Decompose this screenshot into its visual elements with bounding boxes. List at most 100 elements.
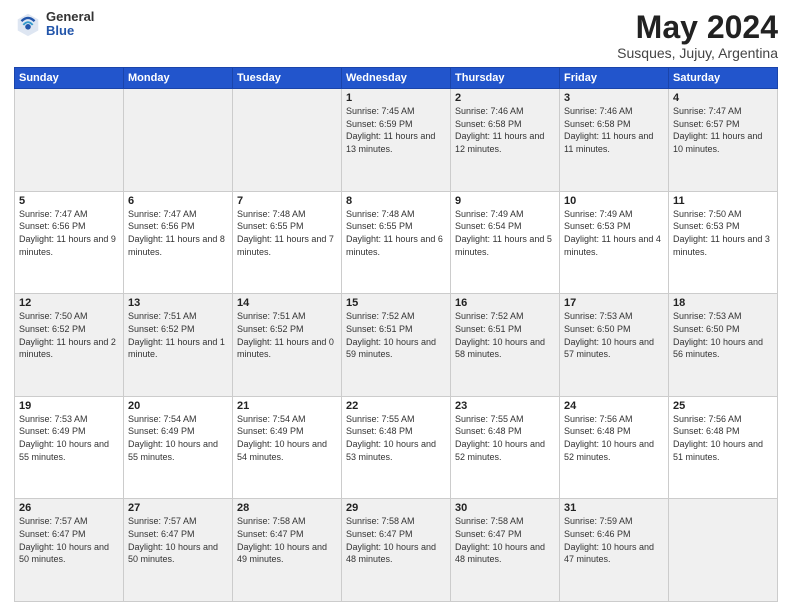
sunset-text: Sunset: 6:56 PM xyxy=(19,221,86,231)
header: General Blue May 2024 Susques, Jujuy, Ar… xyxy=(14,10,778,61)
logo-text: General Blue xyxy=(46,10,94,39)
calendar-cell xyxy=(15,89,124,192)
day-info: Sunrise: 7:53 AM Sunset: 6:49 PM Daylight:… xyxy=(19,413,119,463)
day-number: 12 xyxy=(19,297,119,309)
calendar-header-monday: Monday xyxy=(124,68,233,89)
calendar-cell: 23Sunrise: 7:55 AMSunset: 6:48 PMDayligh… xyxy=(451,396,560,499)
daylight-text: Daylight: 10 hours and 59 minutes. xyxy=(346,337,436,360)
sunrise-text: Sunrise: 7:58 AM xyxy=(455,516,524,526)
calendar-header-sunday: Sunday xyxy=(15,68,124,89)
calendar-cell: 24Sunrise: 7:56 AMSunset: 6:48 PMDayligh… xyxy=(560,396,669,499)
day-info: Sunrise: 7:47 AMSunset: 6:57 PMDaylight:… xyxy=(673,105,773,155)
sunrise-text: Sunrise: 7:47 AM xyxy=(673,106,742,116)
sunset-text: Sunset: 6:48 PM xyxy=(346,426,413,436)
daylight-text: Daylight: 11 hours and 4 minutes. xyxy=(564,234,661,257)
daylight-text: Daylight: 11 hours and 8 minutes. xyxy=(128,234,225,257)
calendar-cell xyxy=(124,89,233,192)
day-number: 13 xyxy=(128,297,228,309)
day-info: Sunrise: 7:52 AMSunset: 6:51 PMDaylight:… xyxy=(346,310,446,360)
day-info: Sunrise: 7:49 AMSunset: 6:54 PMDaylight:… xyxy=(455,208,555,258)
logo-blue-text: Blue xyxy=(46,24,94,38)
day-info: Sunrise: 7:46 AMSunset: 6:58 PMDaylight:… xyxy=(564,105,664,155)
calendar-week-row: 5Sunrise: 7:47 AMSunset: 6:56 PMDaylight… xyxy=(15,191,778,294)
sunrise-text: Sunrise: 7:58 AM xyxy=(346,516,415,526)
calendar-cell: 12Sunrise: 7:50 AMSunset: 6:52 PMDayligh… xyxy=(15,294,124,397)
logo: General Blue xyxy=(14,10,94,39)
sunrise-text: Sunrise: 7:51 AM xyxy=(237,311,306,321)
sunset-text: Sunset: 6:55 PM xyxy=(346,221,413,231)
daylight-text: Daylight: 11 hours and 1 minute. xyxy=(128,337,225,360)
sunset-text: Sunset: 6:50 PM xyxy=(564,324,631,334)
daylight-text: Daylight: 11 hours and 2 minutes. xyxy=(19,337,116,360)
day-info: Sunrise: 7:57 AMSunset: 6:47 PMDaylight:… xyxy=(128,515,228,565)
calendar-cell: 2Sunrise: 7:46 AMSunset: 6:58 PMDaylight… xyxy=(451,89,560,192)
day-number: 4 xyxy=(673,92,773,104)
daylight-text: Daylight: 10 hours and 57 minutes. xyxy=(564,337,654,360)
day-info: Sunrise: 7:46 AMSunset: 6:58 PMDaylight:… xyxy=(455,105,555,155)
sunset-text: Sunset: 6:50 PM xyxy=(673,324,740,334)
daylight-text: Daylight: 10 hours and 47 minutes. xyxy=(564,542,654,565)
sunset-text: Sunset: 6:53 PM xyxy=(673,221,740,231)
calendar-cell: 6Sunrise: 7:47 AMSunset: 6:56 PMDaylight… xyxy=(124,191,233,294)
calendar-header-friday: Friday xyxy=(560,68,669,89)
daylight-text: Daylight: 11 hours and 9 minutes. xyxy=(19,234,116,257)
day-info: Sunrise: 7:54 AMSunset: 6:49 PMDaylight:… xyxy=(237,413,337,463)
calendar-header-row: SundayMondayTuesdayWednesdayThursdayFrid… xyxy=(15,68,778,89)
subtitle: Susques, Jujuy, Argentina xyxy=(617,45,778,61)
day-number: 6 xyxy=(128,195,228,207)
main-title: May 2024 xyxy=(617,10,778,45)
day-info: Sunrise: 7:55 AMSunset: 6:48 PMDaylight:… xyxy=(455,413,555,463)
day-info: Sunrise: 7:51 AMSunset: 6:52 PMDaylight:… xyxy=(128,310,228,360)
sunset-text: Sunset: 6:56 PM xyxy=(128,221,195,231)
daylight-text: Daylight: 11 hours and 6 minutes. xyxy=(346,234,443,257)
daylight-text: Daylight: 10 hours and 52 minutes. xyxy=(455,439,545,462)
sunrise-text: Sunrise: 7:45 AM xyxy=(346,106,415,116)
sunset-text: Sunset: 6:58 PM xyxy=(564,119,631,129)
sunrise-text: Sunrise: 7:53 AM xyxy=(564,311,633,321)
day-number: 2 xyxy=(455,92,555,104)
day-number: 28 xyxy=(237,502,337,514)
day-number: 14 xyxy=(237,297,337,309)
daylight-text: Daylight: 10 hours and 52 minutes. xyxy=(564,439,654,462)
daylight-text: Daylight: 11 hours and 3 minutes. xyxy=(673,234,770,257)
day-number: 20 xyxy=(128,400,228,412)
day-info: Sunrise: 7:54 AMSunset: 6:49 PMDaylight:… xyxy=(128,413,228,463)
daylight-text: Daylight: 10 hours and 50 minutes. xyxy=(19,542,109,565)
calendar-cell: 31Sunrise: 7:59 AMSunset: 6:46 PMDayligh… xyxy=(560,499,669,602)
calendar-cell: 4Sunrise: 7:47 AMSunset: 6:57 PMDaylight… xyxy=(669,89,778,192)
daylight-text: Daylight: 11 hours and 11 minutes. xyxy=(564,131,653,154)
sunset-text: Sunset: 6:48 PM xyxy=(673,426,740,436)
daylight-text: Daylight: 11 hours and 5 minutes. xyxy=(455,234,552,257)
daylight-text: Daylight: 10 hours and 55 minutes. xyxy=(19,439,109,462)
sunset-text: Sunset: 6:49 PM xyxy=(19,426,86,436)
sunset-text: Sunset: 6:52 PM xyxy=(128,324,195,334)
daylight-text: Daylight: 10 hours and 50 minutes. xyxy=(128,542,218,565)
day-info: Sunrise: 7:59 AMSunset: 6:46 PMDaylight:… xyxy=(564,515,664,565)
day-number: 8 xyxy=(346,195,446,207)
calendar-cell: 7Sunrise: 7:48 AMSunset: 6:55 PMDaylight… xyxy=(233,191,342,294)
calendar-cell: 30Sunrise: 7:58 AMSunset: 6:47 PMDayligh… xyxy=(451,499,560,602)
sunrise-text: Sunrise: 7:54 AM xyxy=(128,414,197,424)
daylight-text: Daylight: 10 hours and 48 minutes. xyxy=(346,542,436,565)
day-number: 11 xyxy=(673,195,773,207)
sunrise-text: Sunrise: 7:46 AM xyxy=(455,106,524,116)
day-number: 29 xyxy=(346,502,446,514)
sunrise-text: Sunrise: 7:53 AM xyxy=(19,414,88,424)
calendar-cell: 22Sunrise: 7:55 AMSunset: 6:48 PMDayligh… xyxy=(342,396,451,499)
day-info: Sunrise: 7:58 AMSunset: 6:47 PMDaylight:… xyxy=(237,515,337,565)
sunrise-text: Sunrise: 7:55 AM xyxy=(346,414,415,424)
sunset-text: Sunset: 6:58 PM xyxy=(455,119,522,129)
sunset-text: Sunset: 6:48 PM xyxy=(455,426,522,436)
daylight-text: Daylight: 11 hours and 0 minutes. xyxy=(237,337,334,360)
sunset-text: Sunset: 6:59 PM xyxy=(346,119,413,129)
calendar-cell: 16Sunrise: 7:52 AMSunset: 6:51 PMDayligh… xyxy=(451,294,560,397)
sunrise-text: Sunrise: 7:52 AM xyxy=(346,311,415,321)
sunrise-text: Sunrise: 7:50 AM xyxy=(673,209,742,219)
title-block: May 2024 Susques, Jujuy, Argentina xyxy=(617,10,778,61)
daylight-text: Daylight: 11 hours and 13 minutes. xyxy=(346,131,435,154)
sunset-text: Sunset: 6:52 PM xyxy=(237,324,304,334)
day-number: 26 xyxy=(19,502,119,514)
calendar-cell xyxy=(669,499,778,602)
calendar-week-row: 19Sunrise: 7:53 AMSunset: 6:49 PMDayligh… xyxy=(15,396,778,499)
calendar-cell xyxy=(233,89,342,192)
